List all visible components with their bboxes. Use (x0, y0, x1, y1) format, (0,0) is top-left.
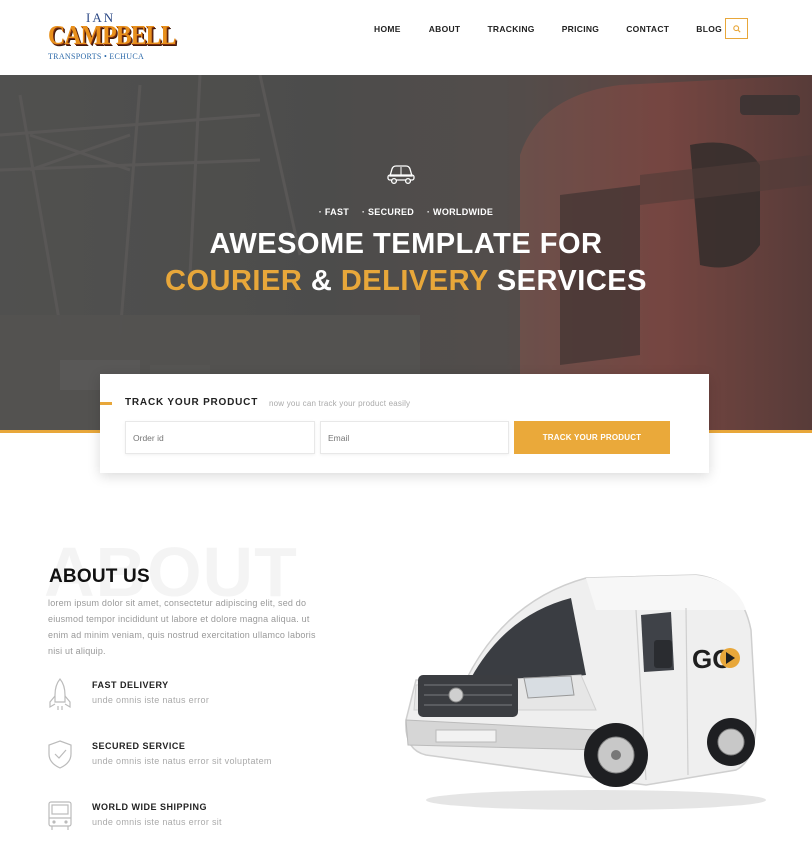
tag-secured: · SECURED (361, 207, 415, 217)
tag-fast: · FAST (318, 207, 350, 217)
search-button[interactable] (725, 18, 748, 39)
feature-title: WORLD WIDE SHIPPING (92, 802, 207, 812)
logo-main-text: CAMPBELL (48, 20, 176, 50)
nav-contact[interactable]: CONTACT (626, 24, 669, 34)
shield-icon (48, 740, 72, 769)
hero-ampersand: & (302, 265, 341, 297)
hero-title-line2: COURIER & DELIVERY SERVICES (0, 265, 812, 298)
site-header: IAN CAMPBELL TRANSPORTS • ECHUCA HOME AB… (0, 0, 812, 75)
about-title: ABOUT US (49, 566, 150, 587)
search-icon (732, 24, 741, 33)
nav-tracking[interactable]: TRACKING (487, 24, 534, 34)
tracking-accent-bar (100, 402, 112, 405)
logo-sub-text: TRANSPORTS • ECHUCA (48, 52, 145, 61)
delivery-van-image: GO (405, 574, 766, 810)
nav-blog[interactable]: BLOG (696, 24, 722, 34)
feature-desc: unde omnis iste natus error (92, 695, 210, 705)
tracking-title: TRACK YOUR PRODUCT (125, 397, 259, 408)
hero-word-courier: COURIER (165, 265, 303, 297)
hero-title-line1: AWESOME TEMPLATE FOR (209, 228, 603, 260)
truck-icon (48, 801, 72, 830)
nav-about[interactable]: ABOUT (429, 24, 461, 34)
email-input[interactable] (320, 421, 509, 454)
feature-title: SECURED SERVICE (92, 741, 186, 751)
feature-desc: unde omnis iste natus error sit (92, 817, 222, 827)
nav-pricing[interactable]: PRICING (562, 24, 600, 34)
feature-desc: unde omnis iste natus error sit voluptat… (92, 756, 272, 766)
rocket-icon (49, 678, 71, 710)
order-id-input[interactable] (125, 421, 315, 454)
tracking-subtitle: now you can track your product easily (269, 399, 411, 408)
car-icon (387, 165, 415, 185)
hero-word-services: SERVICES (488, 265, 647, 297)
hero-word-delivery: DELIVERY (340, 265, 489, 297)
logo[interactable]: IAN CAMPBELL TRANSPORTS • ECHUCA (46, 8, 176, 64)
tag-worldwide: · WORLDWIDE (426, 207, 494, 217)
nav-home[interactable]: HOME (374, 24, 401, 34)
feature-title: FAST DELIVERY (92, 680, 169, 690)
hero-tags: · FAST · SECURED · WORLDWIDE (0, 207, 812, 217)
track-product-button[interactable]: TRACK YOUR PRODUCT (514, 421, 670, 454)
main-nav: HOME ABOUT TRACKING PRICING CONTACT BLOG (374, 24, 722, 34)
about-description: lorem ipsum dolor sit amet, consectetur … (48, 598, 316, 656)
